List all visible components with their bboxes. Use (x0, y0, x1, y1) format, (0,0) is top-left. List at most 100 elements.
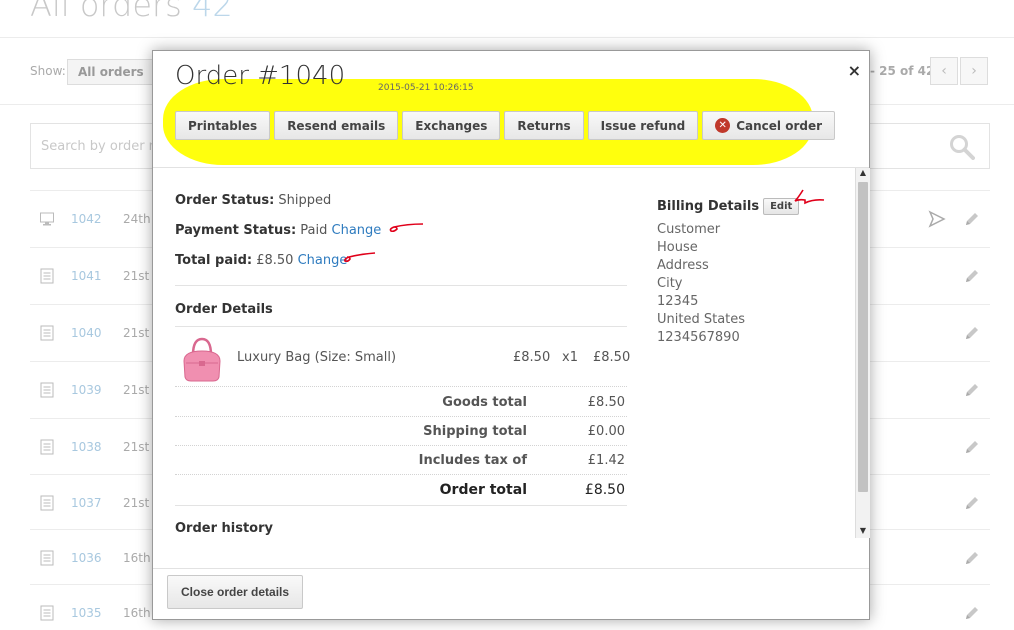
billing-address-line: House (657, 240, 698, 255)
returns-button[interactable]: Returns (504, 111, 584, 140)
divider (175, 474, 627, 475)
cancel-order-label: Cancel order (736, 118, 823, 133)
pencil-icon[interactable] (963, 210, 981, 228)
total-paid-value: £8.50 (256, 253, 294, 268)
page-title: All orders 42 (30, 0, 233, 24)
receipt-icon (40, 439, 54, 455)
close-icon[interactable]: × (848, 61, 861, 80)
pencil-icon[interactable] (963, 604, 981, 622)
pencil-icon[interactable] (963, 549, 981, 567)
order-number-link[interactable]: 1036 (71, 551, 102, 565)
goods-total-value: £8.50 (587, 395, 625, 410)
tax-value: £1.42 (587, 453, 625, 468)
change-payment-status-link[interactable]: Change (332, 223, 382, 238)
order-status-value: Shipped (278, 193, 332, 208)
order-date: 21st (123, 326, 150, 340)
billing-address: Customer House Address City 12345 United Stat… (657, 221, 799, 347)
order-status: Order Status: Shipped (175, 193, 332, 208)
search-placeholder: Search by order nu (41, 139, 166, 154)
product-link[interactable]: Luxury Bag (Size: Small) (237, 350, 396, 365)
order-date: 16th (123, 551, 151, 565)
shipping-total-value: £0.00 (587, 424, 625, 439)
order-number-link[interactable]: 1037 (71, 496, 102, 510)
modal-scrollbar[interactable]: ▲ ▼ (855, 168, 870, 538)
luxury-bag-image[interactable] (180, 335, 224, 383)
order-number-link[interactable]: 1040 (71, 326, 102, 340)
order-date: 24th (123, 212, 151, 226)
item-line-total: £8.50 (593, 350, 631, 365)
pencil-icon[interactable] (963, 324, 981, 342)
order-count: 42 (192, 0, 233, 24)
search-icon[interactable] (949, 134, 975, 160)
divider (153, 568, 869, 569)
billing-address-line: United States (657, 312, 746, 327)
scroll-down-icon[interactable]: ▼ (856, 526, 870, 538)
receipt-icon (40, 382, 54, 398)
pencil-icon[interactable] (963, 438, 981, 456)
order-date: 16th (123, 606, 151, 620)
billing-details-title: Billing Details (657, 199, 760, 214)
divider (175, 285, 627, 286)
cancel-order-button[interactable]: ✕ Cancel order (702, 111, 836, 140)
order-date: 21st (123, 269, 150, 283)
shipping-total-label: Shipping total (423, 424, 527, 439)
prev-page-button[interactable]: ‹ (930, 57, 958, 85)
show-label: Show: (30, 64, 66, 78)
billing-details: Billing Details Edit Customer House Addres… (657, 198, 800, 347)
divider (175, 386, 627, 387)
order-date: 21st (123, 496, 150, 510)
send-icon[interactable] (928, 210, 946, 228)
scroll-up-icon[interactable]: ▲ (856, 168, 870, 180)
order-number-link[interactable]: 1038 (71, 440, 102, 454)
order-date: 2015-05-21 10:26:15 (378, 83, 474, 93)
chevron-left-icon: ‹ (941, 63, 947, 79)
receipt-icon (40, 268, 54, 284)
next-page-button[interactable]: › (960, 57, 988, 85)
divider (175, 326, 627, 327)
divider (175, 505, 627, 506)
divider (0, 37, 1014, 38)
order-history-title: Order history (175, 521, 274, 536)
receipt-icon (40, 605, 54, 621)
billing-address-line: 12345 (657, 294, 699, 309)
receipt-icon (40, 495, 54, 511)
chevron-right-icon: › (971, 63, 977, 79)
tax-label: Includes tax of (418, 453, 527, 468)
show-filter-select[interactable]: All orders (67, 59, 157, 85)
goods-total-label: Goods total (442, 395, 527, 410)
order-number-link[interactable]: 1041 (71, 269, 102, 283)
order-number-link[interactable]: 1042 (71, 212, 102, 226)
annotation-arrow-icon (794, 189, 825, 205)
scroll-thumb[interactable] (858, 182, 868, 492)
divider (175, 445, 627, 446)
divider (175, 416, 627, 417)
printables-button[interactable]: Printables (175, 111, 271, 140)
pagination-text: - 25 of 42 (870, 64, 935, 78)
order-details-title: Order Details (175, 302, 273, 317)
close-order-details-button[interactable]: Close order details (167, 575, 304, 609)
order-date: 21st (123, 383, 150, 397)
receipt-icon (40, 325, 54, 341)
order-date: 21st (123, 440, 150, 454)
pencil-icon[interactable] (963, 267, 981, 285)
order-actions-toolbar: Printables Resend emails Exchanges Retur… (175, 111, 836, 141)
exchanges-button[interactable]: Exchanges (402, 111, 501, 140)
annotation-arrow-icon (389, 223, 424, 233)
modal-body: Order Status: Shipped Payment Status: Pa… (153, 168, 853, 568)
modal-title: Order #1040 (175, 61, 346, 91)
billing-address-line: City (657, 276, 683, 291)
receipt-icon (40, 550, 54, 566)
payment-status: Payment Status: Paid Change (175, 223, 382, 238)
annotation-arrow-icon (344, 252, 376, 263)
pencil-icon[interactable] (963, 494, 981, 512)
billing-address-line: Customer (657, 222, 721, 237)
pencil-icon[interactable] (963, 381, 981, 399)
order-number-link[interactable]: 1039 (71, 383, 102, 397)
order-number-link[interactable]: 1035 (71, 606, 102, 620)
issue-refund-button[interactable]: Issue refund (587, 111, 699, 140)
billing-address-line: 1234567890 (657, 330, 740, 345)
item-price: £8.50 (513, 350, 551, 365)
resend-emails-button[interactable]: Resend emails (274, 111, 399, 140)
payment-status-value: Paid (300, 223, 328, 238)
order-total-label: Order total (439, 482, 527, 498)
